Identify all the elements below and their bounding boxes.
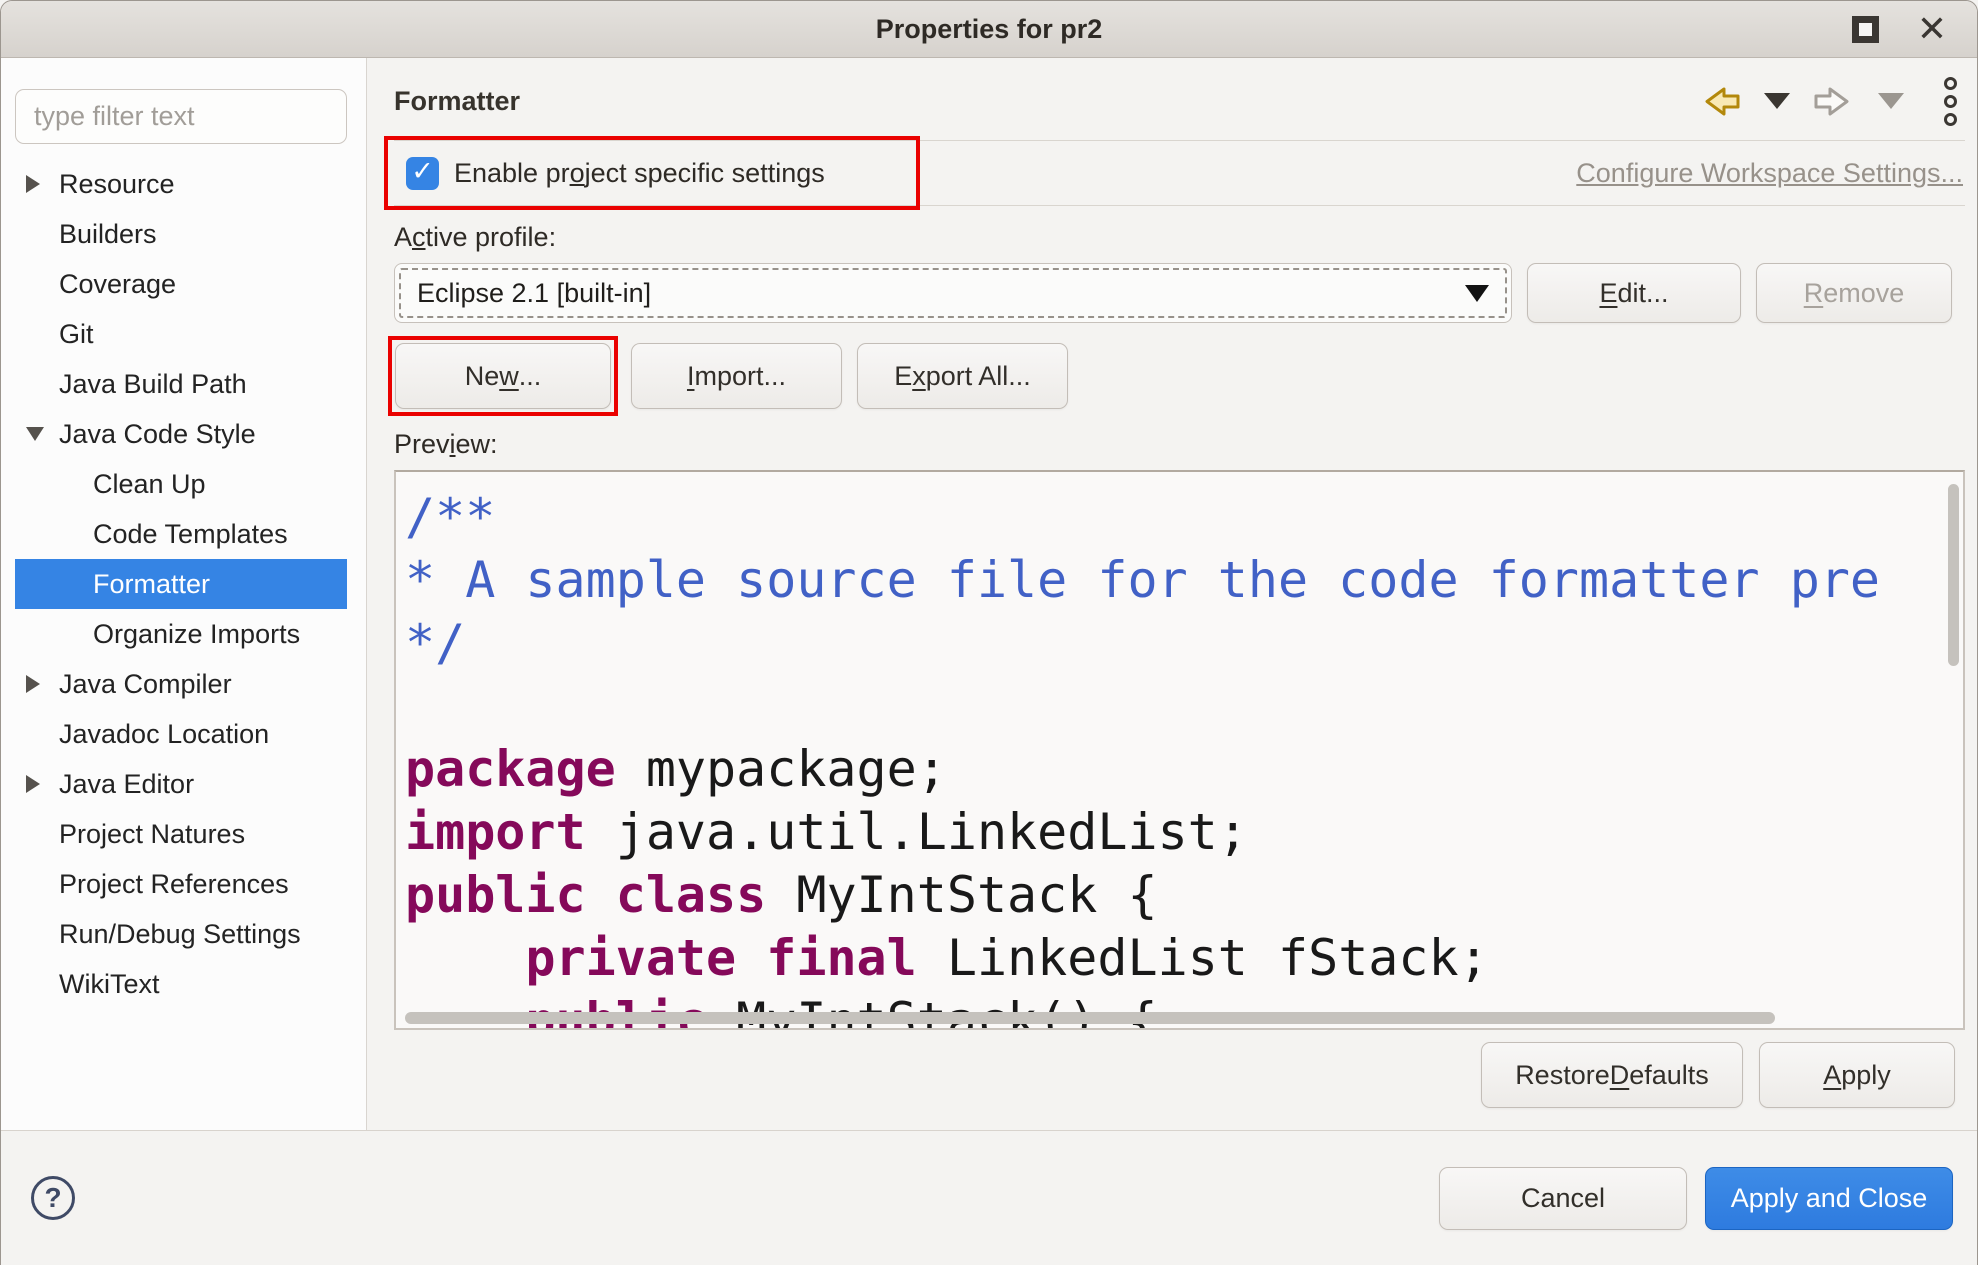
close-icon[interactable]: ✕ [1917, 11, 1947, 47]
sidebar-item-wikitext[interactable]: WikiText [15, 959, 347, 1009]
sidebar-tree: Resource Builders Coverage Git Java Build Pa… [1, 159, 366, 1009]
sidebar-item-coverage[interactable]: Coverage [15, 259, 347, 309]
main-panel: Formatter ✓ [367, 58, 1977, 1130]
maximize-icon[interactable] [1852, 16, 1879, 43]
sidebar-item-organize-imports[interactable]: Organize Imports [15, 609, 347, 659]
dialog-footer: ? Cancel Apply and Close [1, 1131, 1977, 1265]
chevron-down-icon[interactable] [26, 427, 59, 441]
chevron-down-icon [1465, 285, 1489, 302]
sidebar-item-label: Git [59, 319, 94, 350]
code-line: * A sample source file for the code form… [405, 549, 1963, 612]
page-actions: Restore Defaults Apply [394, 1042, 1965, 1108]
sidebar-item-label: Builders [59, 219, 157, 250]
sidebar-item-javadoc-location[interactable]: Javadoc Location [15, 709, 347, 759]
sidebar-item-label: Java Build Path [59, 369, 247, 400]
code-line: import java.util.LinkedList; [405, 801, 1963, 864]
sidebar: Resource Builders Coverage Git Java Build Pa… [1, 58, 367, 1130]
annotation-highlight-box: New... [388, 336, 618, 416]
edit-button[interactable]: Edit... [1527, 263, 1741, 323]
sidebar-item-label: Project References [59, 869, 289, 900]
code-line [405, 675, 1963, 738]
code-line: private final LinkedList fStack; [405, 927, 1963, 990]
apply-and-close-button[interactable]: Apply and Close [1705, 1167, 1953, 1230]
vertical-scrollbar[interactable] [1948, 484, 1959, 666]
titlebar-buttons: ✕ [1852, 1, 1947, 57]
back-arrow-icon[interactable] [1700, 86, 1740, 117]
code-content: /*** A sample source file for the code f… [396, 472, 1963, 1030]
restore-defaults-button[interactable]: Restore Defaults [1481, 1042, 1743, 1108]
profile-row: Eclipse 2.1 [built-in] Edit... Remove [394, 263, 1965, 323]
sidebar-item-label: Organize Imports [93, 619, 300, 650]
sidebar-item-java-editor[interactable]: Java Editor [15, 759, 347, 809]
export-all-button[interactable]: Export All... [857, 343, 1068, 409]
chevron-right-icon[interactable] [26, 775, 59, 793]
history-nav [1700, 77, 1957, 126]
view-menu-icon[interactable] [1944, 77, 1957, 126]
enable-settings-row: ✓ Enable project specific settings Confi… [394, 140, 1965, 206]
profile-buttons-row: New... Import... Export All... [394, 339, 1965, 413]
configure-workspace-settings-link[interactable]: Configure Workspace Settings... [1576, 158, 1963, 189]
sidebar-item-builders[interactable]: Builders [15, 209, 347, 259]
active-profile-value: Eclipse 2.1 [built-in] [417, 278, 651, 309]
back-dropdown-icon[interactable] [1764, 93, 1790, 109]
chevron-right-icon[interactable] [26, 175, 59, 193]
sidebar-item-git[interactable]: Git [15, 309, 347, 359]
apply-button[interactable]: Apply [1759, 1042, 1955, 1108]
preview-label: Preview: [394, 429, 1965, 460]
sidebar-item-run-debug-settings[interactable]: Run/Debug Settings [15, 909, 347, 959]
sidebar-item-label: Java Editor [59, 769, 194, 800]
main-header: Formatter [394, 72, 1965, 130]
search-input[interactable] [15, 89, 347, 144]
sidebar-item-label: Run/Debug Settings [59, 919, 301, 950]
horizontal-scrollbar[interactable] [405, 1012, 1775, 1024]
sidebar-item-java-code-style[interactable]: Java Code Style [15, 409, 347, 459]
sidebar-item-resource[interactable]: Resource [15, 159, 347, 209]
page-title: Formatter [394, 86, 520, 117]
sidebar-item-label: Project Natures [59, 819, 245, 850]
remove-button[interactable]: Remove [1756, 263, 1952, 323]
code-line: package mypackage; [405, 738, 1963, 801]
titlebar[interactable]: Properties for pr2 ✕ [1, 1, 1977, 58]
active-profile-select[interactable]: Eclipse 2.1 [built-in] [394, 263, 1512, 323]
sidebar-item-label: Code Templates [93, 519, 288, 550]
help-icon[interactable]: ? [31, 1176, 75, 1220]
chevron-right-icon[interactable] [26, 675, 59, 693]
footer-buttons: Cancel Apply and Close [1439, 1167, 1953, 1230]
code-line: public class MyIntStack { [405, 864, 1963, 927]
sidebar-item-label: Java Code Style [59, 419, 256, 450]
sidebar-item-label: Coverage [59, 269, 176, 300]
sidebar-item-clean-up[interactable]: Clean Up [15, 459, 347, 509]
sidebar-item-label: Resource [59, 169, 175, 200]
new-button[interactable]: New... [395, 343, 611, 409]
code-line: public MyIntStack() { [405, 990, 1963, 1030]
code-line: /** [405, 486, 1963, 549]
window-title: Properties for pr2 [876, 14, 1103, 45]
sidebar-item-formatter[interactable]: Formatter [15, 559, 347, 609]
enable-project-settings-label[interactable]: Enable project specific settings [454, 158, 825, 189]
active-profile-label: Active profile: [394, 222, 1965, 253]
sidebar-item-code-templates[interactable]: Code Templates [15, 509, 347, 559]
forward-arrow-icon[interactable] [1814, 86, 1854, 117]
sidebar-item-label: Formatter [93, 569, 210, 600]
sidebar-item-java-build-path[interactable]: Java Build Path [15, 359, 347, 409]
cancel-button[interactable]: Cancel [1439, 1167, 1687, 1230]
sidebar-item-label: Java Compiler [59, 669, 232, 700]
sidebar-item-label: Clean Up [93, 469, 206, 500]
sidebar-item-java-compiler[interactable]: Java Compiler [15, 659, 347, 709]
import-button[interactable]: Import... [631, 343, 842, 409]
sidebar-item-project-natures[interactable]: Project Natures [15, 809, 347, 859]
properties-dialog: Properties for pr2 ✕ Resource Builders Cov… [0, 0, 1978, 1265]
checkmark-icon: ✓ [411, 158, 434, 185]
content-row: Resource Builders Coverage Git Java Build Pa… [1, 58, 1977, 1131]
enable-project-settings-checkbox[interactable]: ✓ [406, 157, 439, 190]
sidebar-item-label: Javadoc Location [59, 719, 269, 750]
code-preview: /*** A sample source file for the code f… [394, 470, 1965, 1030]
sidebar-item-project-references[interactable]: Project References [15, 859, 347, 909]
forward-dropdown-icon[interactable] [1878, 93, 1904, 109]
code-line: */ [405, 612, 1963, 675]
sidebar-item-label: WikiText [59, 969, 160, 1000]
